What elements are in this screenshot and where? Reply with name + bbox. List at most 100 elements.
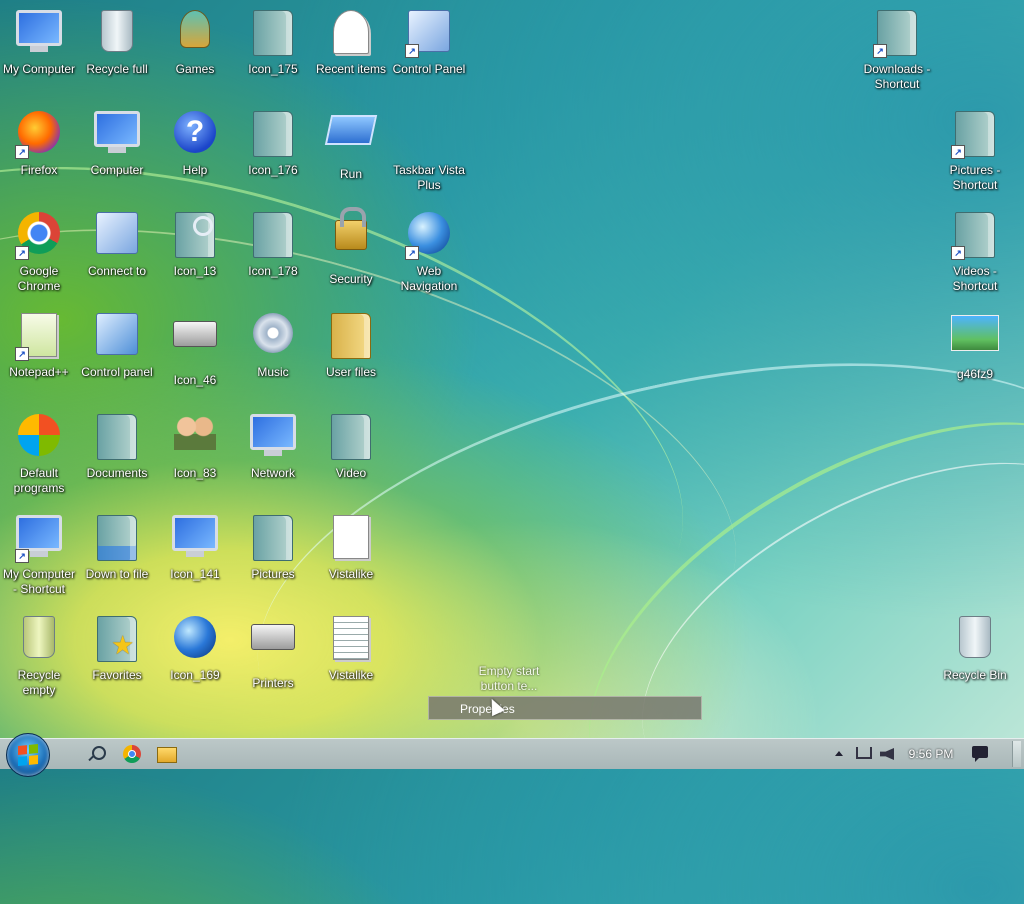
desktop-icon-music[interactable]: Music <box>234 305 312 401</box>
icon-label: Connect to <box>87 264 147 278</box>
desktop-icon-help[interactable]: ? Help <box>156 103 234 199</box>
desktop-icon-video[interactable]: Video <box>312 406 390 502</box>
pictures-folder-icon <box>253 515 293 561</box>
desktop-icon-connect-to[interactable]: Connect to <box>78 204 156 300</box>
icon-label: Games <box>175 62 215 76</box>
recent-items-icon <box>333 10 369 54</box>
desktop-icon-downloads-shortcut[interactable]: ↗ Downloads - Shortcut <box>858 2 936 98</box>
show-desktop-button[interactable] <box>1012 741 1021 767</box>
desktop-icon-computer[interactable]: Computer <box>78 103 156 199</box>
desktop-icon-security[interactable]: Security <box>312 204 390 300</box>
desktop-icon-recent-items[interactable]: Recent items <box>312 2 390 98</box>
volume-icon[interactable] <box>880 748 894 760</box>
network-icon <box>250 414 296 450</box>
search-icon[interactable] <box>86 744 108 764</box>
desktop-icon-web-navigation[interactable]: ↗ Web Navigation <box>390 204 468 300</box>
image-thumbnail-icon <box>951 315 999 351</box>
desktop-icon-user-files[interactable]: User files <box>312 305 390 401</box>
shortcut-arrow-icon: ↗ <box>15 549 29 563</box>
icon-label: Control panel <box>81 365 153 379</box>
desktop-icon-favorites[interactable]: ★ Favorites <box>78 608 156 704</box>
taskbar-chrome-icon[interactable] <box>123 745 141 763</box>
desktop-icon-pictures[interactable]: Pictures <box>234 507 312 603</box>
shortcut-arrow-icon: ↗ <box>951 246 965 260</box>
icon-label: My Computer - Shortcut <box>2 567 76 596</box>
magnifier-icon <box>193 216 213 236</box>
computer-icon <box>16 515 62 551</box>
desktop-icon-vistalike-2[interactable]: Vistalike <box>312 608 390 704</box>
icon-label: Pictures - Shortcut <box>949 163 1001 192</box>
icon-label: Notepad++ <box>9 365 69 379</box>
action-center-icon[interactable] <box>972 746 988 762</box>
desktop-icon-icon-141[interactable]: Icon_141 <box>156 507 234 603</box>
computer-icon <box>16 10 62 46</box>
icon-label: Documents <box>86 466 148 480</box>
icon-label: Recycle Bin <box>943 668 1007 682</box>
desktop-icon-icon-46[interactable]: Icon_46 <box>156 305 234 401</box>
desktop-icon-icon-178[interactable]: Icon_178 <box>234 204 312 300</box>
desktop-icon-icon-83[interactable]: Icon_83 <box>156 406 234 502</box>
desktop-icon-icon-13[interactable]: Icon_13 <box>156 204 234 300</box>
desktop-icon-my-computer-shortcut[interactable]: ↗ My Computer - Shortcut <box>0 507 78 603</box>
network-status-icon[interactable] <box>856 747 872 759</box>
icon-label: Icon_169 <box>170 668 220 682</box>
user-folder-icon <box>331 313 371 359</box>
desktop-icon-notepad-plus-plus[interactable]: ↗ Notepad++ <box>0 305 78 401</box>
desktop-icon-recycle-full[interactable]: Recycle full <box>78 2 156 98</box>
desktop-icon-games[interactable]: Games <box>156 2 234 98</box>
desktop-icon-control-panel-2[interactable]: Control panel <box>78 305 156 401</box>
icon-label: Icon_141 <box>170 567 220 581</box>
recycle-bin-icon <box>101 10 133 52</box>
desktop-icon-control-panel[interactable]: ↗ Control Panel <box>390 2 468 98</box>
icon-label: User files <box>325 365 376 379</box>
video-folder-icon <box>331 414 371 460</box>
desktop-icon-taskbar-vista-plus[interactable]: Taskbar Vista Plus <box>390 103 468 199</box>
folder-icon <box>253 212 293 258</box>
icon-label: Music <box>257 365 289 379</box>
icon-label: Video <box>335 466 367 480</box>
context-menu-properties[interactable]: Properties <box>428 696 702 720</box>
icon-label: Security <box>329 272 373 286</box>
text-document-icon <box>333 616 369 660</box>
show-hidden-icons-chevron-icon[interactable] <box>834 739 844 769</box>
desktop-icon-recycle-empty[interactable]: Recycle empty <box>0 608 78 704</box>
network-computers-icon <box>172 515 218 551</box>
icon-label: Default programs <box>13 466 65 495</box>
taskbar-clock[interactable]: 9:56 PM <box>908 739 954 769</box>
desktop-icon-icon-169[interactable]: Icon_169 <box>156 608 234 704</box>
icon-label: Printers <box>252 676 294 690</box>
desktop-icon-my-computer[interactable]: My Computer <box>0 2 78 98</box>
icon-label: Pictures <box>251 567 295 581</box>
desktop-icon-icon-175[interactable]: Icon_175 <box>234 2 312 98</box>
desktop-icon-documents[interactable]: Documents <box>78 406 156 502</box>
desktop-icon-firefox[interactable]: ↗ Firefox <box>0 103 78 199</box>
shortcut-arrow-icon: ↗ <box>15 347 29 361</box>
start-button[interactable] <box>6 733 50 777</box>
lock-icon <box>335 207 367 250</box>
desktop-icon-pictures-shortcut[interactable]: ↗ Pictures - Shortcut <box>936 103 1014 199</box>
desktop-icon-down-to-file[interactable]: Down to file <box>78 507 156 603</box>
desktop-icon-videos-shortcut[interactable]: ↗ Videos - Shortcut <box>936 204 1014 300</box>
icon-label: Web Navigation <box>400 264 458 293</box>
users-icon <box>174 414 216 450</box>
printer-icon <box>173 321 217 347</box>
desktop-icon-network[interactable]: Network <box>234 406 312 502</box>
desktop-icon-default-programs[interactable]: Default programs <box>0 406 78 502</box>
icon-label: Control Panel <box>392 62 466 76</box>
icon-label: Recycle empty <box>17 668 61 697</box>
icon-label: Icon_176 <box>248 163 298 177</box>
desktop-icon-run[interactable]: Run <box>312 103 390 199</box>
desktop-icon-icon-176[interactable]: Icon_176 <box>234 103 312 199</box>
desktop-icon-g46fz9[interactable]: g46fz9 <box>936 305 1014 401</box>
icon-label: Icon_175 <box>248 62 298 76</box>
recycle-bin-icon <box>23 616 55 658</box>
taskbar-file-explorer-icon[interactable] <box>157 747 177 763</box>
desktop-icon-google-chrome[interactable]: ↗ Google Chrome <box>0 204 78 300</box>
icon-label: Computer <box>90 163 144 177</box>
icon-label: Icon_46 <box>173 373 217 387</box>
shortcut-arrow-icon: ↗ <box>951 145 965 159</box>
desktop-icon-printers[interactable]: Printers <box>234 608 312 704</box>
desktop-icon-vistalike-1[interactable]: Vistalike <box>312 507 390 603</box>
desktop-icon-recycle-bin[interactable]: Recycle Bin <box>936 608 1014 704</box>
connect-to-icon <box>96 212 138 254</box>
